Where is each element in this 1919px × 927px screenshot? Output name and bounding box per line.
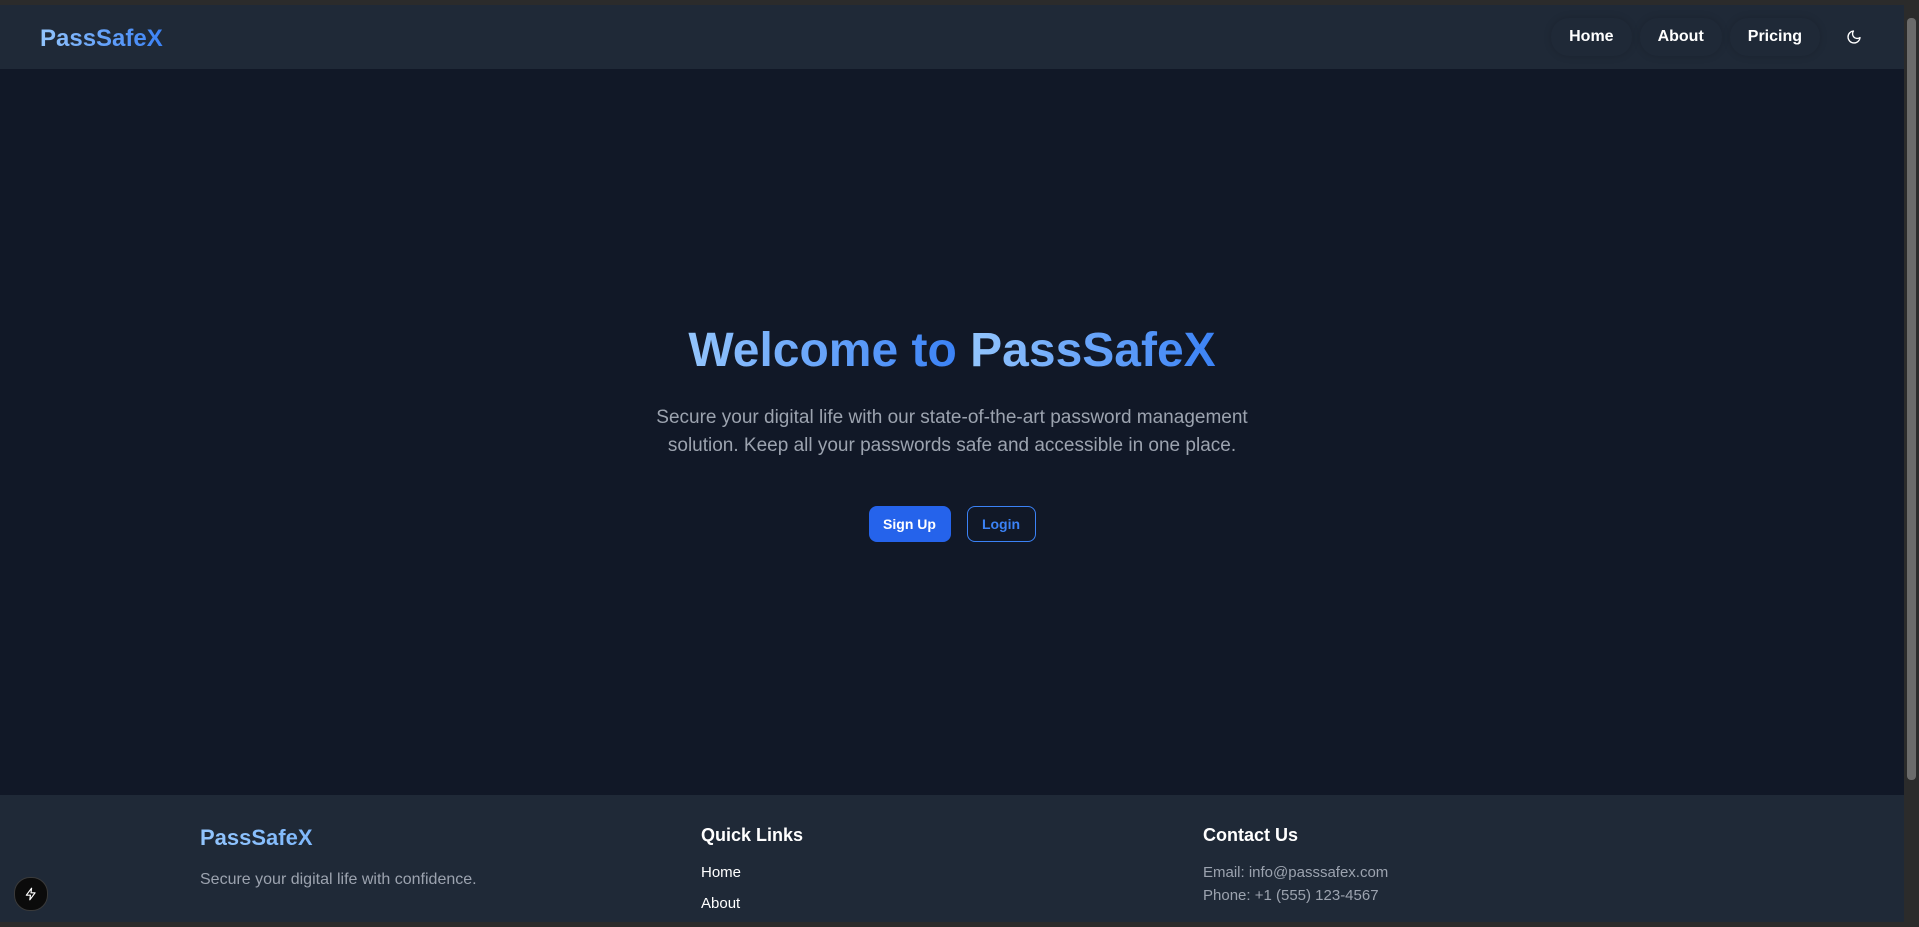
hero-actions: Sign Up Login — [0, 506, 1904, 542]
nav-link-home[interactable]: Home — [1551, 18, 1632, 56]
footer-link-home[interactable]: Home — [701, 864, 803, 881]
hero-section: Welcome to PassSafeX Secure your digital… — [0, 69, 1904, 795]
window-bottom-border — [0, 922, 1919, 927]
contact-heading: Contact Us — [1203, 825, 1299, 845]
theme-toggle-button[interactable] — [1834, 17, 1874, 57]
quick-links-heading: Quick Links — [701, 825, 804, 845]
footer-brand: PassSafeX — [200, 825, 477, 851]
lightning-icon — [25, 887, 36, 901]
signup-button[interactable]: Sign Up — [868, 506, 951, 542]
page-scrollbar[interactable] — [1904, 5, 1919, 922]
footer: PassSafeX Secure your digital life with … — [0, 795, 1904, 922]
navbar: PassSafeX Home About Pricing — [0, 5, 1904, 69]
scrollbar-thumb[interactable] — [1907, 18, 1916, 780]
dev-tools-button[interactable] — [14, 877, 48, 911]
footer-link-about[interactable]: About — [701, 895, 803, 912]
footer-tagline: Secure your digital life with confidence… — [200, 871, 477, 888]
hero-subtitle: Secure your digital life with our state-… — [656, 407, 1248, 456]
footer-contact-column: Contact Us Email: info@passsafex.com Pho… — [1203, 825, 1388, 910]
contact-email: Email: info@passsafex.com — [1203, 864, 1389, 881]
nav-link-pricing[interactable]: Pricing — [1729, 18, 1820, 56]
contact-phone: Phone: +1 (555) 123-4567 — [1203, 887, 1379, 904]
hero-title: Welcome to PassSafeX — [0, 323, 1904, 378]
nav-link-about[interactable]: About — [1639, 18, 1722, 56]
hero-title-prefix: Welcome to — [688, 324, 957, 377]
hero-title-brand: PassSafeX — [970, 324, 1216, 377]
footer-quick-links-column: Quick Links Home About — [701, 825, 803, 922]
brand-logo[interactable]: PassSafeX — [40, 25, 163, 53]
login-button[interactable]: Login — [966, 506, 1036, 542]
footer-brand-column: PassSafeX Secure your digital life with … — [200, 825, 477, 889]
nav-links: Home About Pricing — [1551, 17, 1874, 57]
moon-icon — [1847, 30, 1861, 44]
